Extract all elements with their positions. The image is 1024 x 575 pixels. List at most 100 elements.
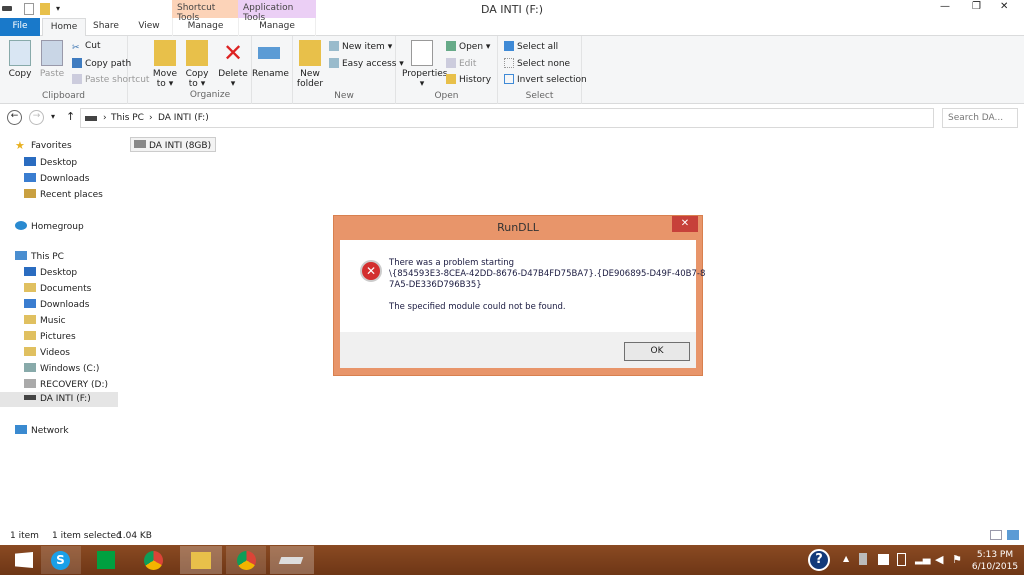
move-to-button[interactable]: Move to ▾ xyxy=(150,40,180,89)
cut-button[interactable]: ✂ Cut xyxy=(72,41,101,53)
edit-button[interactable]: Edit xyxy=(446,58,476,69)
nav-homegroup[interactable]: Homegroup xyxy=(0,219,118,234)
select-all-button[interactable]: Select all xyxy=(504,41,558,52)
breadcrumb-drive[interactable]: DA INTI (F:) xyxy=(158,113,209,123)
minimize-button[interactable]: — xyxy=(940,1,950,12)
maximize-button[interactable]: ❐ xyxy=(972,1,981,12)
history-icon xyxy=(446,74,456,84)
copy-to-label: Copy to xyxy=(185,69,209,89)
usb-taskbar-button[interactable] xyxy=(270,546,314,574)
up-button[interactable]: ↑ xyxy=(66,110,75,123)
nav-pc-desktop[interactable]: Desktop xyxy=(0,265,118,280)
nav-pc-recovery-d[interactable]: RECOVERY (D:) xyxy=(0,377,118,392)
back-button[interactable]: ← xyxy=(7,110,22,125)
chrome-icon xyxy=(237,551,256,570)
copy-button[interactable]: Copy xyxy=(6,40,34,79)
nav-pc-windows-c[interactable]: Windows (C:) xyxy=(0,361,118,376)
paste-button[interactable]: Paste xyxy=(38,40,66,79)
easy-access-button[interactable]: Easy access ▾ xyxy=(329,58,404,69)
paste-shortcut-icon xyxy=(72,74,82,84)
tab-share[interactable]: Share xyxy=(86,18,126,36)
rundll-dialog: RunDLL ✕ ✕ There was a problem starting … xyxy=(333,215,706,376)
start-button[interactable] xyxy=(4,546,44,574)
delete-button[interactable]: ✕ Delete ▾ xyxy=(218,40,248,89)
nav-pc-videos[interactable]: Videos xyxy=(0,345,118,360)
nav-pc-documents[interactable]: Documents xyxy=(0,281,118,296)
skype-taskbar-button[interactable]: S xyxy=(41,546,81,574)
group-clipboard: Copy Paste ✂ Cut Copy path Paste shortcut… xyxy=(0,36,149,104)
error-line-2: \{854593E3-8CEA-42DD-8676-D47B4FD75BA7}.… xyxy=(389,269,706,279)
address-bar[interactable]: › This PC › DA INTI (F:) xyxy=(80,108,934,128)
network-signal-icon[interactable]: ▂▄ xyxy=(915,554,930,565)
tab-view[interactable]: View xyxy=(126,18,172,36)
nav-pc-pictures[interactable]: Pictures xyxy=(0,329,118,344)
search-input[interactable]: Search DA... xyxy=(942,108,1018,128)
nav-fav-recent[interactable]: Recent places xyxy=(0,187,118,202)
invert-selection-label: Invert selection xyxy=(517,75,587,85)
battery-icon[interactable] xyxy=(897,553,906,566)
new-item-button[interactable]: New item ▾ xyxy=(329,41,392,52)
nav-pc-da-inti-f[interactable]: DA INTI (F:) xyxy=(0,392,118,407)
tab-manage-application[interactable]: Manage xyxy=(238,18,316,36)
nav-this-pc[interactable]: This PC xyxy=(0,249,118,264)
history-button[interactable]: History xyxy=(446,74,491,85)
ok-button[interactable]: OK xyxy=(624,342,690,361)
tab-manage-shortcut[interactable]: Manage xyxy=(172,18,238,36)
nav-fav-downloads[interactable]: Downloads xyxy=(0,171,118,186)
title-bar: ▾ Shortcut Tools Application Tools DA IN… xyxy=(0,0,1024,23)
nav-pc-music[interactable]: Music xyxy=(0,313,118,328)
select-none-button[interactable]: Select none xyxy=(504,58,570,69)
chrome-taskbar-button[interactable] xyxy=(133,546,173,574)
selected-size: 1.04 KB xyxy=(117,531,152,541)
explorer-taskbar-button[interactable] xyxy=(180,546,222,574)
invert-selection-button[interactable]: Invert selection xyxy=(504,74,587,85)
volume-icon[interactable]: ◀ xyxy=(935,553,943,566)
clock-time: 5:13 PM xyxy=(976,550,1014,560)
tab-file[interactable]: File xyxy=(0,18,40,36)
error-message: The specified module could not be found. xyxy=(389,302,566,312)
nav-label: Network xyxy=(31,426,69,436)
action-center-icon[interactable] xyxy=(878,554,889,565)
properties-button[interactable]: Properties ▾ xyxy=(402,40,447,89)
recent-locations-icon[interactable]: ▾ xyxy=(51,112,55,121)
dialog-close-button[interactable]: ✕ xyxy=(672,216,698,232)
delete-x-icon: ✕ xyxy=(222,39,244,67)
file-item[interactable]: DA INTI (8GB) xyxy=(130,137,217,152)
nav-label: Favorites xyxy=(31,141,72,151)
copy-to-button[interactable]: Copy to ▾ xyxy=(182,40,212,89)
select-none-label: Select none xyxy=(517,59,571,69)
store-taskbar-button[interactable] xyxy=(86,546,126,574)
nav-label: Videos xyxy=(40,348,70,358)
details-view-button[interactable] xyxy=(990,530,1002,540)
forward-button[interactable]: → xyxy=(29,110,44,125)
select-all-icon xyxy=(504,41,514,51)
downloads-icon xyxy=(24,173,36,182)
open-button[interactable]: Open ▾ xyxy=(446,41,490,52)
close-button[interactable]: ✕ xyxy=(1000,1,1008,12)
new-folder-button[interactable]: New folder xyxy=(295,40,325,89)
safely-remove-hardware-icon[interactable] xyxy=(859,553,867,565)
chrome-window-taskbar-button[interactable] xyxy=(226,546,266,574)
shortcut-drive-icon xyxy=(134,140,146,148)
breadcrumb-this-pc[interactable]: This PC xyxy=(111,113,144,123)
select-group-label: Select xyxy=(525,91,554,101)
new-item-label: New item xyxy=(342,42,385,52)
nav-favorites[interactable]: ★ Favorites xyxy=(0,139,118,154)
help-icon[interactable]: ? xyxy=(808,549,830,571)
flag-icon[interactable]: ⚑ xyxy=(952,553,962,566)
show-hidden-icons-button[interactable]: ▲ xyxy=(843,554,849,563)
tab-home[interactable]: Home xyxy=(42,18,86,37)
large-icons-view-button[interactable] xyxy=(1007,530,1019,540)
recent-places-icon xyxy=(24,189,36,198)
nav-fav-desktop[interactable]: Desktop xyxy=(0,155,118,170)
clock[interactable]: 5:13 PM 6/10/2015 xyxy=(970,549,1020,573)
copy-path-icon xyxy=(72,58,82,68)
nav-pc-downloads[interactable]: Downloads xyxy=(0,297,118,312)
copy-path-button[interactable]: Copy path xyxy=(72,58,131,69)
clipboard-group-label: Clipboard xyxy=(42,91,85,101)
usb-drive-icon xyxy=(278,557,304,564)
nav-network[interactable]: Network xyxy=(0,423,118,438)
new-group-label: New xyxy=(334,91,354,101)
drive-icon xyxy=(24,379,36,388)
rename-button[interactable]: Rename xyxy=(252,40,289,79)
